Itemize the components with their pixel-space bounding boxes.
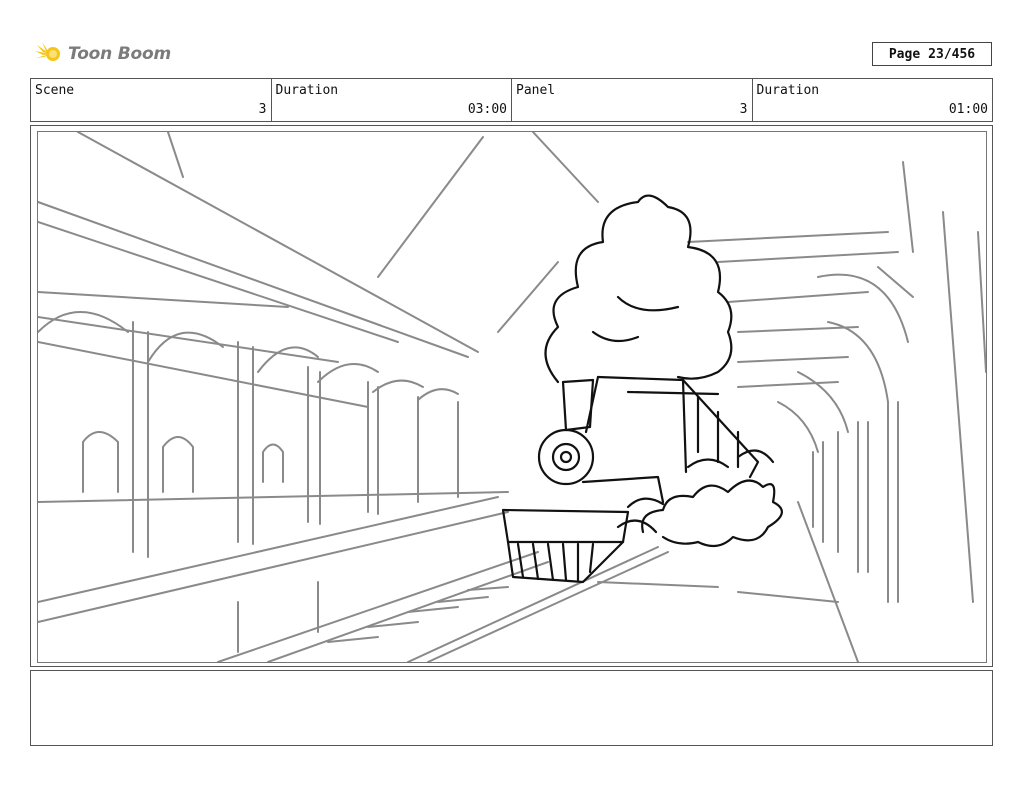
panel-value: 3 bbox=[739, 102, 748, 117]
notes-area bbox=[30, 670, 993, 746]
scene-duration-label: Duration bbox=[275, 83, 339, 98]
page-label: Page bbox=[888, 46, 921, 62]
starburst-logo-icon bbox=[35, 42, 60, 64]
scene-duration-value: 03:00 bbox=[467, 102, 507, 117]
page-indicator: Page 23/456 bbox=[872, 42, 992, 66]
toon-boom-logo: Toon Boom bbox=[34, 38, 171, 70]
storyboard-sketch-train-station-icon bbox=[38, 132, 986, 662]
panel-cell: Panel 3 bbox=[512, 79, 753, 121]
panel-image-area bbox=[37, 131, 987, 663]
storyboard-info-bar: Scene 3 Duration 03:00 Panel 3 Duration … bbox=[30, 78, 993, 122]
station-architecture bbox=[38, 132, 986, 662]
scene-duration-cell: Duration 03:00 bbox=[272, 79, 512, 121]
panel-duration-value: 01:00 bbox=[948, 102, 988, 117]
panel-duration-label: Duration bbox=[756, 83, 820, 98]
scene-label: Scene bbox=[35, 83, 75, 98]
scene-value: 3 bbox=[258, 102, 267, 117]
page-number: 23/456 bbox=[928, 46, 976, 62]
brand-name: Toon Boom bbox=[68, 44, 172, 64]
locomotive-sketch bbox=[501, 194, 783, 584]
scene-cell: Scene 3 bbox=[31, 79, 272, 121]
panel-label: Panel bbox=[516, 83, 556, 98]
panel-duration-cell: Duration 01:00 bbox=[753, 79, 993, 121]
